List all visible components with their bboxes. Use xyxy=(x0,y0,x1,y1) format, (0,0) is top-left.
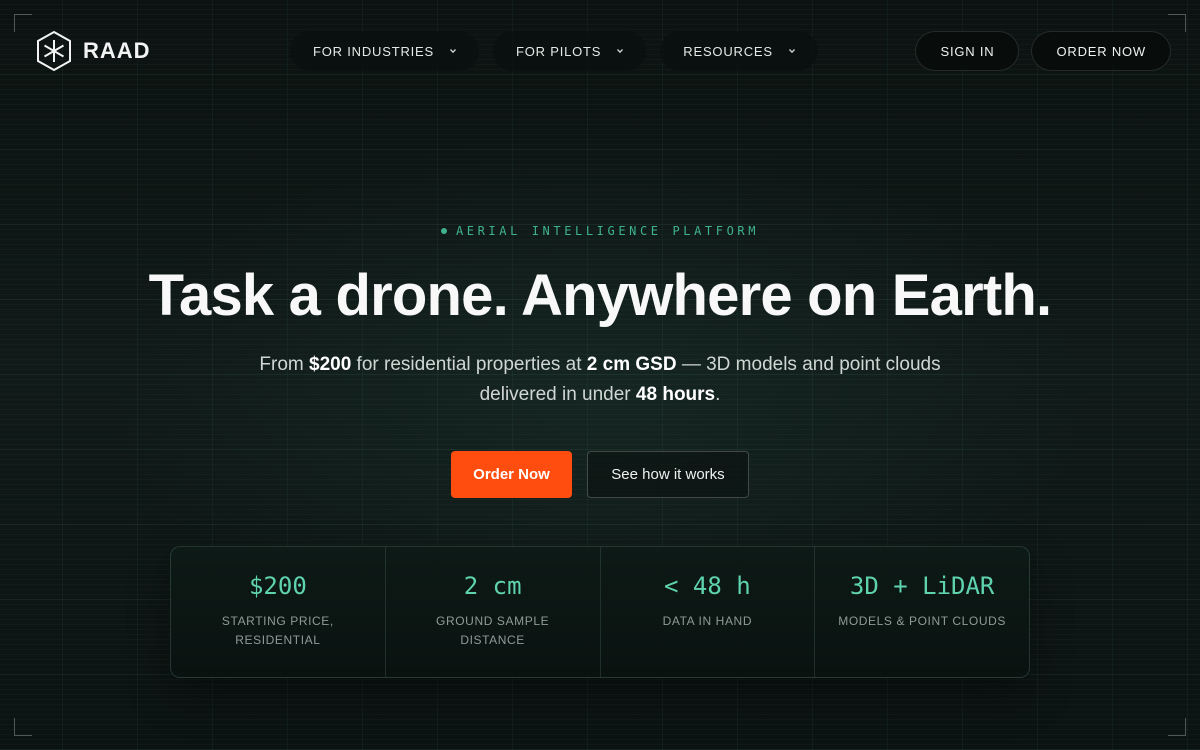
stat-value: < 48 h xyxy=(664,572,751,600)
subtitle-text: . xyxy=(715,384,721,405)
landing-page: RAAD FOR INDUSTRIES FOR PILOTS RESOURCES… xyxy=(0,0,1200,750)
nav-item-label: FOR PILOTS xyxy=(515,43,602,59)
stats-panel: $200 STARTING PRICE, RESIDENTIAL 2 cm GR… xyxy=(170,546,1030,678)
stat-value: 3D + LiDAR xyxy=(849,572,995,600)
see-how-it-works-button[interactable]: See how it works xyxy=(587,451,749,498)
subtitle-text: From xyxy=(259,354,309,375)
stat-label: DATA IN HAND xyxy=(662,614,753,628)
corner-bracket xyxy=(14,14,32,32)
nav-item-label: RESOURCES xyxy=(683,43,773,59)
brand-name: RAAD xyxy=(83,38,151,63)
nav-item-industries[interactable]: FOR INDUSTRIES xyxy=(290,31,479,71)
stat-card: 2 cm GROUND SAMPLE DISTANCE xyxy=(384,547,600,677)
chevron-down-icon xyxy=(787,46,797,56)
stat-label: MODELS & POINT CLOUDS xyxy=(838,614,1006,628)
stat-card: < 48 h DATA IN HAND xyxy=(599,547,815,677)
nav-item-label: FOR INDUSTRIES xyxy=(313,43,434,59)
subtitle-text: for residential properties at xyxy=(351,354,587,375)
eyebrow-text: AERIAL INTELLIGENCE PLATFORM xyxy=(455,224,760,238)
stat-value: 2 cm xyxy=(463,572,522,600)
corner-bracket xyxy=(14,718,32,736)
stat-label: GROUND SAMPLE DISTANCE xyxy=(436,614,550,647)
chevron-down-icon xyxy=(615,46,625,56)
stat-label: STARTING PRICE, RESIDENTIAL xyxy=(221,614,334,647)
main-nav: FOR INDUSTRIES FOR PILOTS RESOURCES xyxy=(290,31,818,71)
order-now-header-button[interactable]: ORDER NOW xyxy=(1031,31,1171,71)
nav-item-resources[interactable]: RESOURCES xyxy=(660,31,818,71)
corner-bracket xyxy=(1168,14,1186,32)
chevron-down-icon xyxy=(448,46,458,56)
hero-subtitle: From $200 for residential properties at … xyxy=(250,350,950,410)
hexagon-asterisk-icon xyxy=(35,30,73,72)
status-dot-icon xyxy=(440,228,447,234)
subtitle-time: 48 hours xyxy=(635,384,716,405)
stat-card: $200 STARTING PRICE, RESIDENTIAL xyxy=(171,547,385,677)
header-actions: SIGN IN ORDER NOW xyxy=(915,31,1171,71)
brand-logo[interactable]: RAAD xyxy=(35,30,151,72)
corner-bracket xyxy=(1168,718,1186,736)
order-now-button[interactable]: Order Now xyxy=(451,451,572,498)
subtitle-gsd: 2 cm GSD xyxy=(586,354,677,375)
hero-headline: Task a drone. Anywhere on Earth. xyxy=(148,263,1052,328)
stat-card: 3D + LiDAR MODELS & POINT CLOUDS xyxy=(814,547,1029,677)
sign-in-button[interactable]: SIGN IN xyxy=(915,31,1020,71)
stat-value: $200 xyxy=(248,572,307,600)
subtitle-price: $200 xyxy=(309,354,352,375)
nav-item-pilots[interactable]: FOR PILOTS xyxy=(492,31,647,71)
hero-eyebrow: AERIAL INTELLIGENCE PLATFORM xyxy=(0,224,1200,238)
